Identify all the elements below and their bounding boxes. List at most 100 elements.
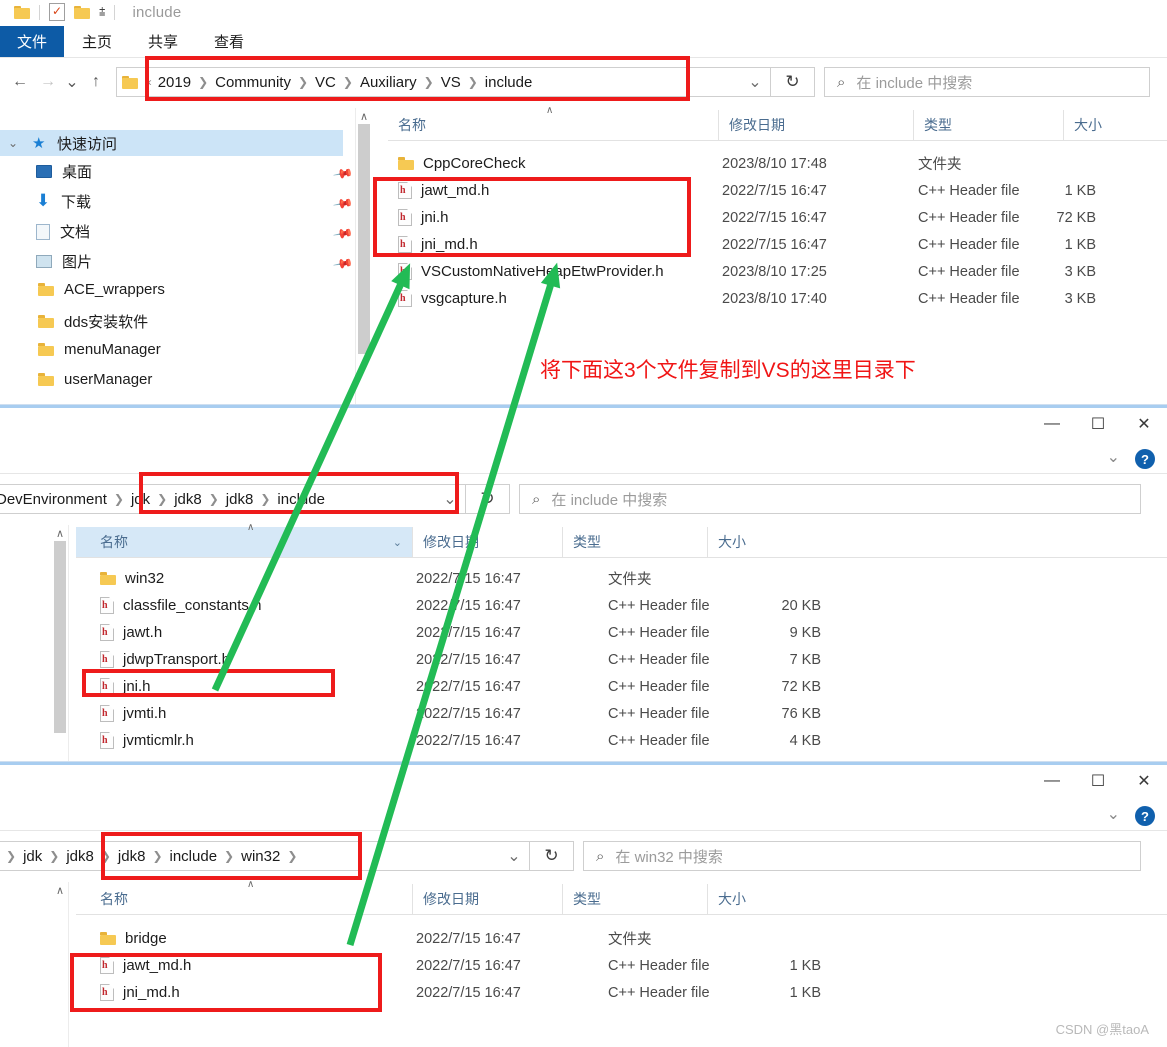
breadcrumb-item-0[interactable]: 2019 [158, 74, 191, 91]
column-header-name[interactable]: 名称 ∧ [388, 105, 718, 140]
address-bar[interactable]: « 2019 ❯ Community ❯ VC ❯ Auxiliary ❯ VS… [116, 67, 771, 97]
address-dropdown-icon[interactable]: ⌄ [435, 489, 465, 509]
file-name-cell[interactable]: h VSCustomNativeHeapEtwProvider.h [398, 263, 664, 280]
close-button[interactable]: ✕ [1121, 766, 1167, 796]
tab-file[interactable]: 文件 [0, 26, 65, 57]
column-header-type[interactable]: 类型 [562, 527, 707, 557]
breadcrumb-item-3[interactable]: jdk8 [226, 491, 254, 508]
tab-share[interactable]: 共享 [130, 26, 196, 57]
breadcrumb-item-1[interactable]: jdk [131, 491, 150, 508]
file-name-cell[interactable]: h vsgcapture.h [398, 290, 507, 307]
scrollbar-thumb[interactable] [358, 124, 370, 354]
table-row[interactable]: bridge 2022/7/15 16:47 文件夹 [76, 925, 1167, 952]
qat-customize-dropdown-icon[interactable]: ⩲ [99, 6, 105, 19]
column-header-type[interactable]: 类型 [913, 110, 1063, 140]
qat-folder-icon[interactable] [14, 5, 30, 19]
breadcrumb-item-4[interactable]: win32 [241, 848, 280, 865]
refresh-button[interactable]: ↻ [530, 841, 574, 871]
sidebar-item-pictures[interactable]: 图片 [36, 251, 92, 272]
table-row[interactable]: h jawt_md.h 2022/7/15 16:47 C++ Header f… [388, 177, 1167, 204]
window2-navigation-scrollbar[interactable]: ∧ [52, 525, 69, 762]
qat-properties-icon[interactable]: ✓ [49, 3, 65, 21]
tab-home[interactable]: 主页 [64, 26, 130, 57]
table-row[interactable]: h vsgcapture.h 2023/8/10 17:40 C++ Heade… [388, 285, 1167, 312]
refresh-button[interactable]: ↻ [771, 67, 815, 97]
file-name-cell[interactable]: h jdwpTransport.h [100, 651, 230, 668]
breadcrumb-item-2[interactable]: jdk8 [174, 491, 202, 508]
table-row[interactable]: h jni_md.h 2022/7/15 16:47 C++ Header fi… [76, 979, 1167, 1006]
column-dropdown-icon[interactable]: ⌄ [393, 536, 402, 549]
up-button[interactable]: ↑ [82, 68, 110, 96]
column-header-size[interactable]: 大小 [707, 884, 807, 914]
address-dropdown-icon[interactable]: ⌄ [740, 72, 770, 92]
column-header-name[interactable]: 名称 ∧ ⌄ [76, 522, 412, 557]
search-input[interactable]: ⌕ 在 include 中搜索 [824, 67, 1150, 97]
scroll-up-icon[interactable]: ∧ [52, 884, 68, 897]
minimize-button[interactable]: — [1029, 409, 1075, 439]
column-header-size[interactable]: 大小 [707, 527, 807, 557]
search-input[interactable]: ⌕ 在 include 中搜索 [519, 484, 1141, 514]
breadcrumb-overflow-icon[interactable]: « [145, 75, 152, 89]
tab-view[interactable]: 查看 [196, 26, 262, 57]
refresh-button[interactable]: ↻ [466, 484, 510, 514]
breadcrumb-item-3[interactable]: Auxiliary [360, 74, 417, 91]
address-bar[interactable]: ❯ jdk ❯ jdk8 ❯ jdk8 ❯ include ❯ win32 ❯ … [0, 841, 530, 871]
breadcrumb-item-0[interactable]: DevEnvironment [0, 491, 107, 508]
navigation-pane-scrollbar[interactable]: ∧ [355, 108, 372, 404]
table-row[interactable]: h jni.h 2022/7/15 16:47 C++ Header file … [388, 204, 1167, 231]
minimize-button[interactable]: — [1029, 766, 1075, 796]
breadcrumb-item-4[interactable]: include [277, 491, 325, 508]
column-header-size[interactable]: 大小 [1063, 110, 1163, 140]
breadcrumb-item-2[interactable]: jdk8 [118, 848, 146, 865]
file-name-cell[interactable]: h jni.h [398, 209, 449, 226]
table-row[interactable]: h jvmti.h 2022/7/15 16:47 C++ Header fil… [76, 700, 1167, 727]
table-row[interactable]: h jdwpTransport.h 2022/7/15 16:47 C++ He… [76, 646, 1167, 673]
qat-new-folder-icon[interactable] [74, 5, 90, 19]
breadcrumb-item-1[interactable]: Community [215, 74, 291, 91]
help-button[interactable]: ? [1135, 806, 1155, 826]
forward-button[interactable]: → [34, 68, 62, 96]
sidebar-item-quick-access[interactable]: ⌄ ★ 快速访问 [0, 130, 343, 156]
file-name-cell[interactable]: h classfile_constants.h [100, 597, 261, 614]
file-name-cell[interactable]: win32 [100, 570, 164, 587]
sidebar-item-desktop[interactable]: 桌面 [36, 161, 92, 182]
window3-navigation-scrollbar[interactable]: ∧ [52, 882, 69, 1047]
breadcrumb-item-2[interactable]: VC [315, 74, 336, 91]
file-name-cell[interactable]: h jawt.h [100, 624, 162, 641]
breadcrumb-item-3[interactable]: include [170, 848, 218, 865]
breadcrumb-item-1[interactable]: jdk8 [66, 848, 94, 865]
breadcrumb-item-0[interactable]: jdk [23, 848, 42, 865]
sidebar-item-dds[interactable]: dds安装软件 [38, 311, 148, 332]
column-header-date[interactable]: 修改日期 [412, 527, 562, 557]
expander-icon[interactable]: ⌄ [8, 136, 22, 150]
table-row[interactable]: h jawt.h 2022/7/15 16:47 C++ Header file… [76, 619, 1167, 646]
back-button[interactable]: ← [6, 68, 34, 96]
sidebar-item-ace-wrappers[interactable]: ACE_wrappers [38, 281, 165, 298]
address-bar[interactable]: DevEnvironment ❯ jdk ❯ jdk8 ❯ jdk8 ❯ inc… [0, 484, 466, 514]
table-row[interactable]: CppCoreCheck 2023/8/10 17:48 文件夹 [388, 150, 1167, 177]
column-header-date[interactable]: 修改日期 [718, 110, 913, 140]
column-header-type[interactable]: 类型 [562, 884, 707, 914]
column-header-name[interactable]: 名称 ∧ [76, 879, 412, 914]
pin-icon[interactable]: 📌 [332, 223, 354, 245]
file-name-cell[interactable]: h jni_md.h [100, 984, 180, 1001]
sidebar-item-user-manager[interactable]: userManager [38, 371, 152, 388]
table-row[interactable]: h jni_md.h 2022/7/15 16:47 C++ Header fi… [388, 231, 1167, 258]
help-button[interactable]: ? [1135, 449, 1155, 469]
file-name-cell[interactable]: h jni_md.h [398, 236, 478, 253]
table-row[interactable]: h classfile_constants.h 2022/7/15 16:47 … [76, 592, 1167, 619]
maximize-button[interactable]: ☐ [1075, 766, 1121, 796]
scrollbar-thumb[interactable] [54, 541, 66, 733]
breadcrumb-item-5[interactable]: include [485, 74, 533, 91]
recent-locations-button[interactable]: ⌄ [62, 68, 82, 96]
file-name-cell[interactable]: h jawt_md.h [398, 182, 489, 199]
sidebar-item-documents[interactable]: 文档 [36, 221, 90, 242]
file-name-cell[interactable]: bridge [100, 930, 167, 947]
pin-icon[interactable]: 📌 [332, 193, 354, 215]
sidebar-item-menu-manager[interactable]: menuManager [38, 341, 161, 358]
file-name-cell[interactable]: h jvmti.h [100, 705, 166, 722]
table-row[interactable]: h jvmticmlr.h 2022/7/15 16:47 C++ Header… [76, 727, 1167, 754]
search-input[interactable]: ⌕ 在 win32 中搜索 [583, 841, 1141, 871]
pin-icon[interactable]: 📌 [332, 253, 354, 275]
breadcrumb-item-4[interactable]: VS [441, 74, 461, 91]
